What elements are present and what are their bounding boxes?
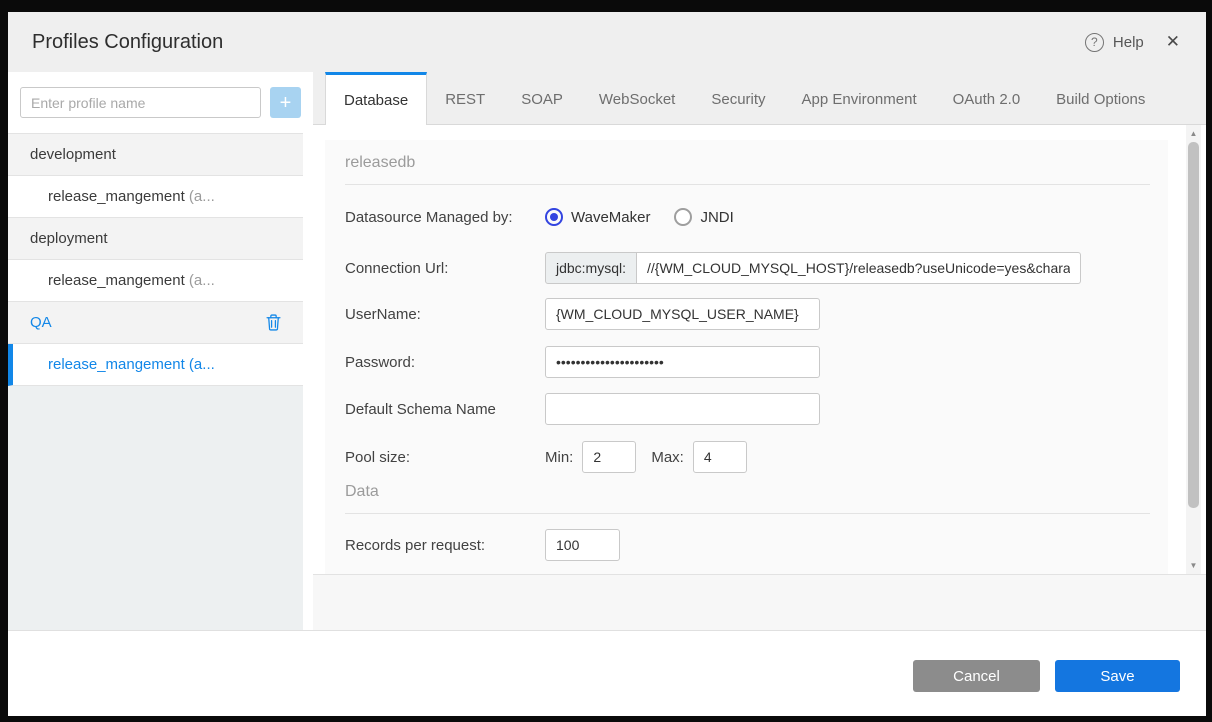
sidebar-group-deployment[interactable]: deployment	[8, 218, 303, 260]
connection-url-label: Connection Url:	[345, 259, 449, 277]
tab-rest[interactable]: REST	[427, 72, 503, 124]
profile-settings-panel: Database REST SOAP WebSocket Security Ap…	[313, 72, 1206, 630]
section-title-releasedb: releasedb	[345, 154, 416, 171]
scroll-down-icon[interactable]: ▼	[1186, 558, 1201, 573]
connection-url-input[interactable]	[637, 252, 1081, 284]
scroll-up-icon[interactable]: ▲	[1186, 126, 1201, 141]
profile-label-suffix: (a...	[184, 188, 215, 205]
profile-label-suffix: (a...	[184, 272, 215, 289]
pool-size-label: Pool size:	[345, 448, 411, 466]
records-per-request-label: Records per request:	[345, 536, 486, 554]
radio-selected-icon	[545, 208, 563, 226]
sidebar-group-development[interactable]: development	[8, 134, 303, 176]
dialog-footer: Cancel Save	[8, 630, 1206, 716]
tab-soap[interactable]: SOAP	[503, 72, 581, 124]
profile-label-suffix: (a...	[184, 356, 215, 373]
group-label: deployment	[30, 230, 108, 247]
tab-oauth[interactable]: OAuth 2.0	[935, 72, 1039, 124]
datasource-managed-by-label: Datasource Managed by:	[345, 208, 513, 226]
dialog-header: Profiles Configuration ? Help ✕	[8, 12, 1206, 72]
jndi-radio[interactable]: JNDI	[674, 208, 734, 226]
database-form: releasedb Datasource Managed by: WaveMak…	[325, 140, 1168, 574]
profile-create-row: +	[8, 72, 303, 133]
page-title: Profiles Configuration	[32, 30, 224, 53]
profiles-sidebar: + development release_mangement (a... de…	[8, 72, 303, 630]
username-input[interactable]	[545, 298, 820, 330]
sidebar-profile-item[interactable]: release_mangement (a...	[8, 260, 303, 302]
section-divider	[345, 184, 1150, 185]
connection-url-prefix: jdbc:mysql:	[545, 252, 637, 284]
group-label: development	[30, 146, 116, 163]
vertical-scrollbar[interactable]: ▲ ▼	[1186, 125, 1201, 574]
password-label: Password:	[345, 353, 416, 371]
tab-bar: Database REST SOAP WebSocket Security Ap…	[313, 72, 1206, 125]
plus-icon: +	[279, 91, 292, 114]
tab-websocket[interactable]: WebSocket	[581, 72, 693, 124]
password-input[interactable]	[545, 346, 820, 378]
profile-list: development release_mangement (a... depl…	[8, 133, 303, 386]
pool-max-input[interactable]	[692, 441, 747, 473]
wavemaker-radio-label: WaveMaker	[571, 208, 651, 226]
trash-icon	[266, 314, 281, 331]
tab-database[interactable]: Database	[325, 72, 428, 125]
profile-label: release_mangement	[48, 272, 185, 289]
profile-label: release_mangement	[48, 188, 185, 205]
default-schema-label: Default Schema Name	[345, 400, 496, 418]
profile-name-input[interactable]	[20, 87, 261, 118]
sidebar-group-qa[interactable]: QA	[8, 302, 303, 344]
add-profile-button[interactable]: +	[270, 87, 301, 118]
profile-label: release_mangement	[48, 356, 185, 373]
default-schema-input[interactable]	[545, 393, 820, 425]
pool-min-label: Min:	[545, 448, 574, 466]
scrollbar-thumb[interactable]	[1188, 142, 1199, 508]
save-button[interactable]: Save	[1055, 660, 1180, 692]
tab-build-options[interactable]: Build Options	[1038, 72, 1163, 124]
tab-app-environment[interactable]: App Environment	[784, 72, 935, 124]
jndi-radio-label: JNDI	[700, 208, 734, 226]
database-tab-content: releasedb Datasource Managed by: WaveMak…	[313, 125, 1206, 574]
username-label: UserName:	[345, 305, 421, 323]
help-label: Help	[1112, 33, 1144, 51]
group-label: QA	[30, 314, 52, 331]
pool-max-label: Max:	[651, 448, 684, 466]
records-per-request-input[interactable]	[545, 529, 620, 561]
section-title-data: Data	[345, 483, 379, 500]
cancel-button[interactable]: Cancel	[913, 660, 1040, 692]
help-button[interactable]: ? Help	[1084, 32, 1144, 52]
close-icon[interactable]: ✕	[1166, 32, 1180, 52]
delete-profile-button[interactable]	[266, 314, 281, 331]
sidebar-profile-item[interactable]: release_mangement (a...	[8, 176, 303, 218]
radio-unselected-icon	[674, 208, 693, 226]
section-divider	[345, 513, 1150, 514]
help-icon: ?	[1084, 32, 1104, 52]
content-footer-strip	[313, 574, 1206, 630]
pool-min-input[interactable]	[582, 441, 637, 473]
tab-security[interactable]: Security	[693, 72, 783, 124]
profiles-configuration-dialog: Profiles Configuration ? Help ✕ + develo…	[8, 12, 1206, 716]
wavemaker-radio[interactable]: WaveMaker	[545, 208, 650, 226]
sidebar-profile-item-selected[interactable]: release_mangement (a...	[8, 344, 303, 386]
